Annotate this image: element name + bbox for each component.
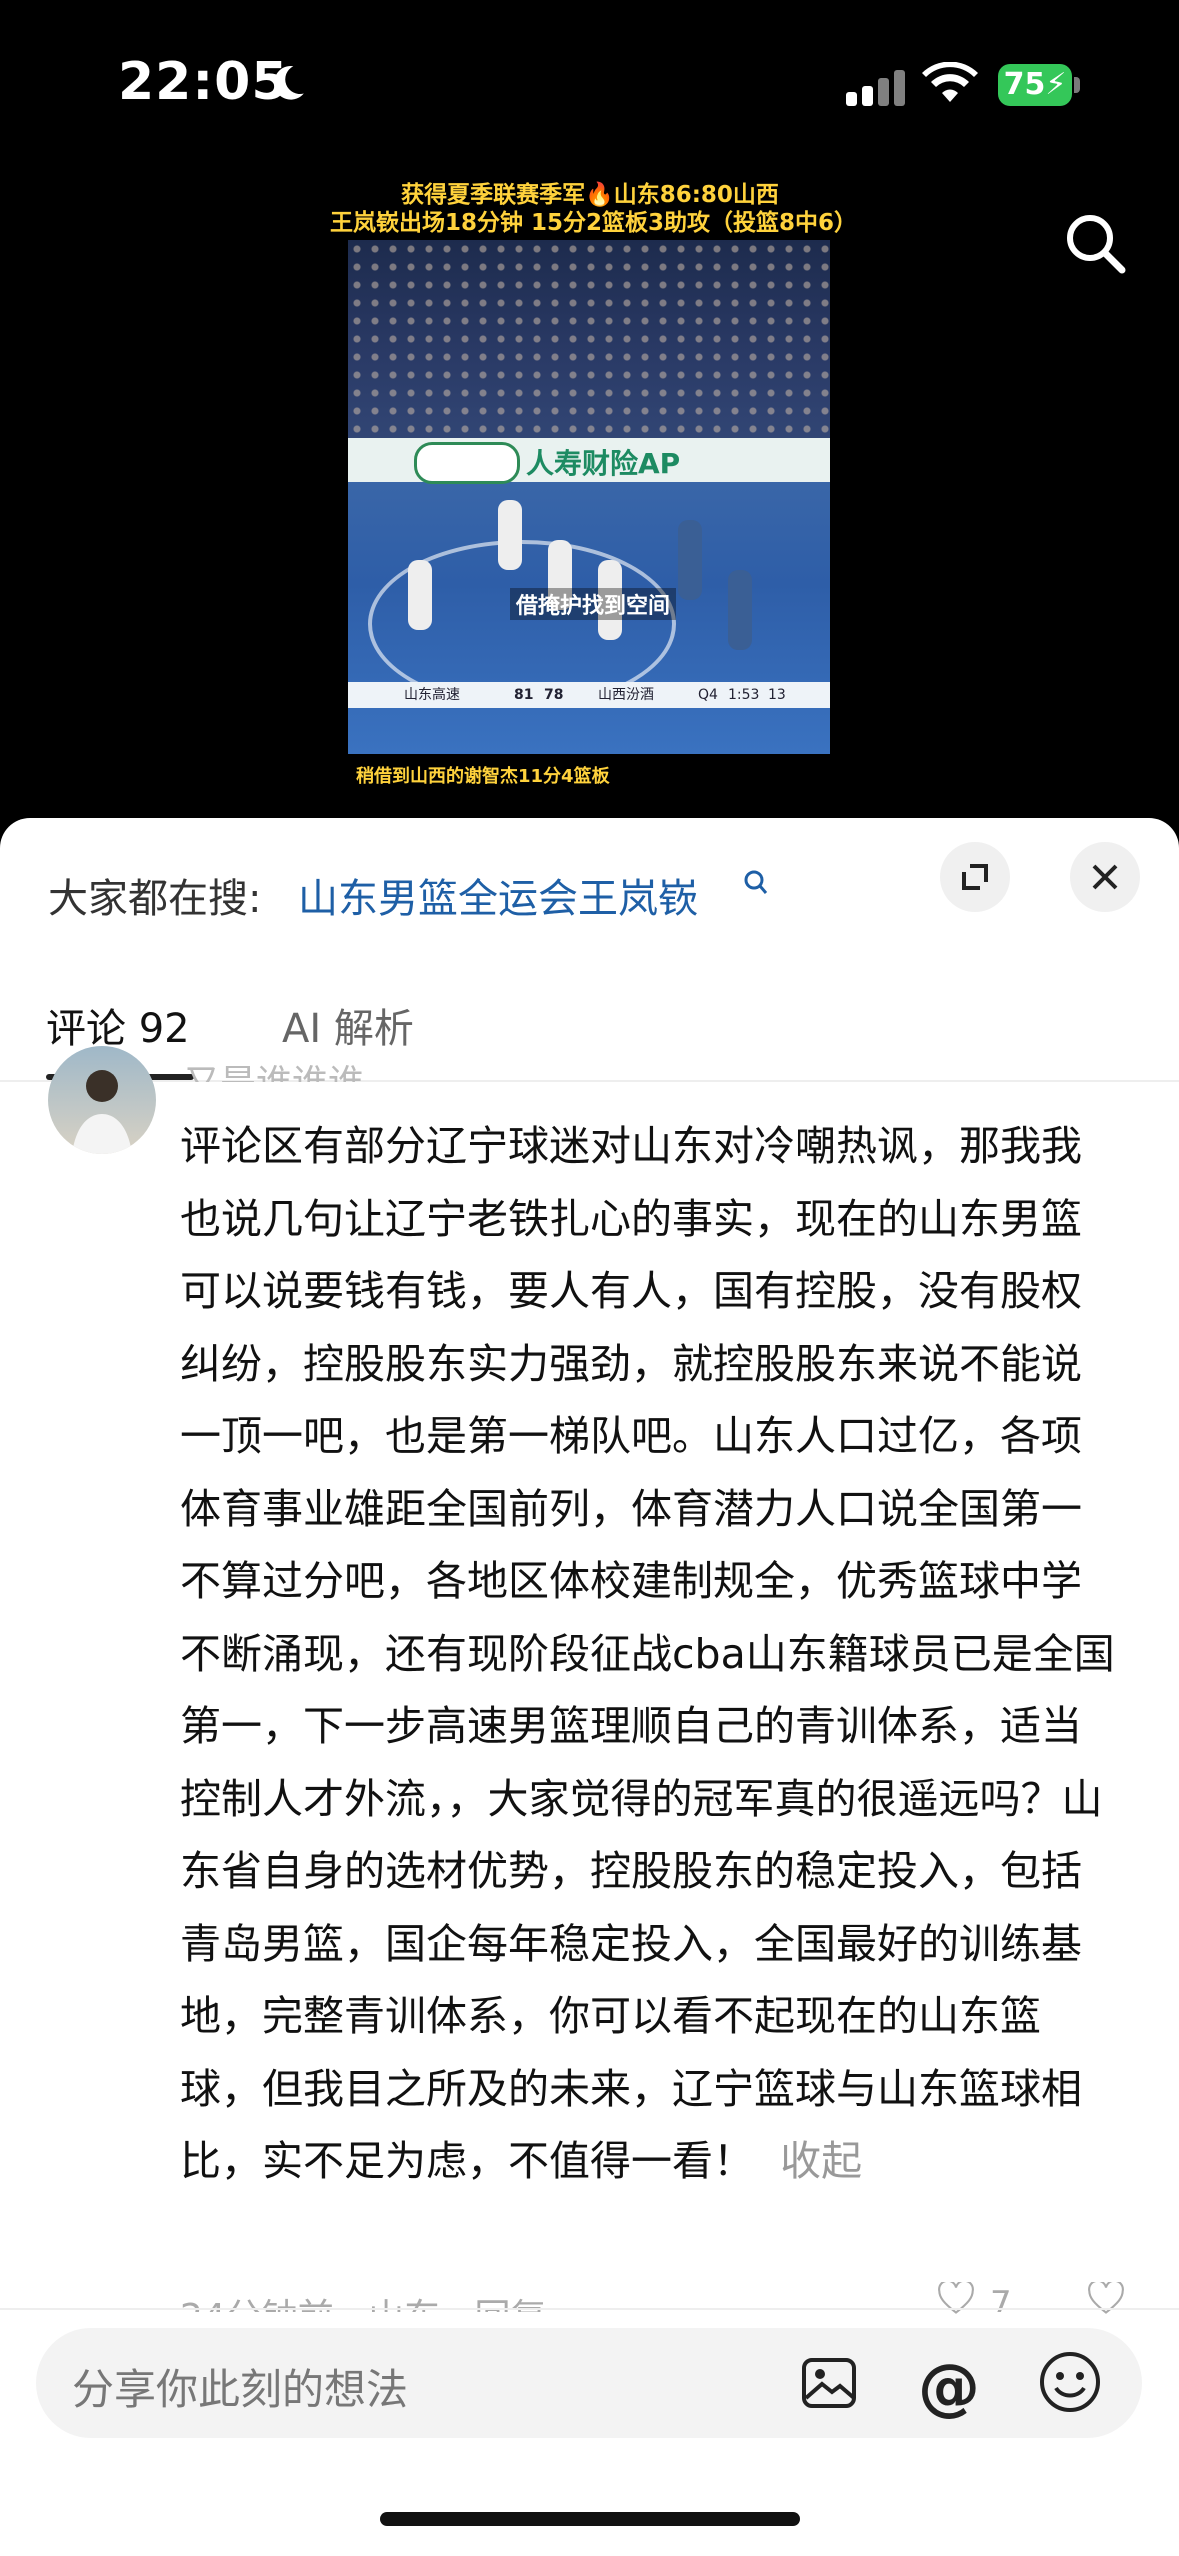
wifi-icon — [922, 62, 978, 102]
video-title-line1: 获得夏季联赛季军🔥山东86:80山西 — [401, 182, 779, 208]
mention-icon[interactable]: @ — [918, 2350, 980, 2423]
search-trend-label: 大家都在搜: — [48, 876, 262, 922]
battery-indicator: 75⚡ — [998, 64, 1072, 106]
scoreboard: 山东高速 81 78 山西汾酒 Q4 1:53 13 — [348, 682, 830, 708]
search-icon — [744, 870, 768, 894]
battery-tip — [1074, 77, 1080, 93]
cellular-signal-icon — [846, 68, 906, 106]
input-divider — [0, 2308, 1179, 2310]
player — [728, 570, 752, 650]
score-away: 78 — [544, 687, 564, 703]
video-bottom-caption: 稍借到山西的谢智杰11分4篮板 — [356, 766, 610, 787]
comment-input-placeholder[interactable]: 分享你此刻的想法 — [72, 2356, 408, 2417]
score-home: 81 — [514, 687, 534, 703]
search-icon[interactable] — [1060, 208, 1130, 278]
expand-button[interactable] — [940, 842, 1010, 912]
home-indicator[interactable] — [380, 2512, 800, 2526]
player — [408, 560, 432, 630]
tab-comments[interactable]: 评论 92 — [46, 996, 190, 1054]
expand-icon — [962, 864, 988, 890]
video-ad-board: 人寿财险AP — [348, 438, 830, 484]
score-team-away: 山西汾酒 — [598, 687, 654, 703]
comment-text: 评论区有部分辽宁球迷对山东对冷嘲热讽，那我我也说几句让辽宁老铁扎心的事实，现在的… — [180, 1110, 1120, 2198]
video-player[interactable]: 人寿财险AP 山东高速 81 78 山西汾酒 Q4 1:53 13 — [348, 240, 830, 754]
tab-ai-analysis[interactable]: AI 解析 — [282, 996, 414, 1054]
ad-text: 人寿财险AP — [526, 447, 681, 480]
close-button[interactable] — [1070, 842, 1140, 912]
comment-username[interactable]: 又是谁谁谁 — [184, 1054, 364, 1082]
image-icon[interactable] — [800, 2354, 858, 2412]
collapse-link[interactable]: 收起 — [780, 2137, 862, 2185]
player — [498, 500, 522, 570]
video-title-line2: 王岚嵚出场18分钟 15分2篮板3助攻（投篮8中6） — [330, 210, 858, 236]
close-icon — [1092, 864, 1118, 890]
score-team-home: 山东高速 — [404, 687, 460, 703]
moon-icon — [274, 66, 304, 100]
emoji-icon[interactable] — [1038, 2350, 1102, 2414]
status-time: 22:05 — [118, 52, 289, 112]
tab-divider — [0, 1080, 1179, 1082]
video-caption: 借掩护找到空间 — [510, 588, 677, 620]
china-life-logo — [414, 442, 520, 484]
avatar[interactable] — [48, 1046, 156, 1154]
shot-clock: 13 — [768, 687, 786, 703]
score-clock: 1:53 — [728, 687, 760, 703]
video-crowd — [348, 240, 830, 470]
comment-body: 评论区有部分辽宁球迷对山东对冷嘲热讽，那我我也说几句让辽宁老铁扎心的事实，现在的… — [180, 1122, 1115, 2185]
score-quarter: Q4 — [698, 687, 718, 703]
player — [678, 520, 702, 600]
search-trend-link[interactable]: 山东男篮全运会王岚嵚 — [298, 866, 698, 924]
